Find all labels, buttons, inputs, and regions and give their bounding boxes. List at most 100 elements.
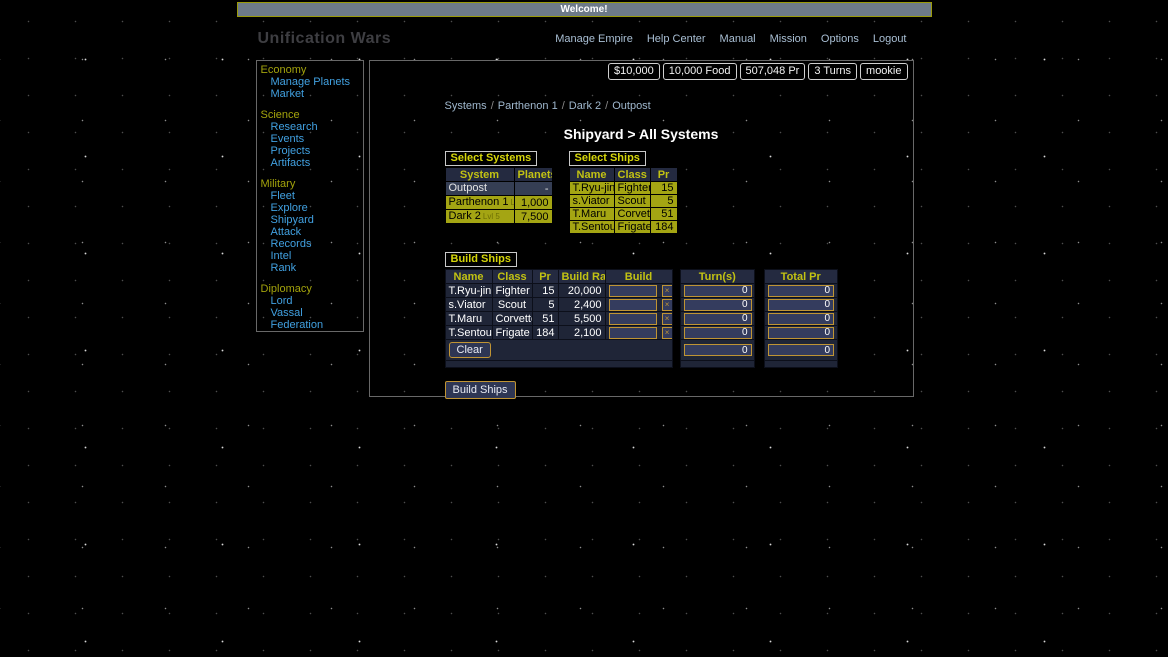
sidebar-item-artifacts[interactable]: Artifacts	[261, 157, 363, 169]
sidebar-item-federation[interactable]: Federation	[261, 319, 363, 331]
logo: Unification Wars	[258, 30, 392, 48]
main-panel: $10,000 10,000 Food 507,048 Pr 3 Turns m…	[369, 60, 914, 397]
column-header-name: Name	[569, 168, 614, 182]
sidebar-item-rank[interactable]: Rank	[261, 262, 363, 274]
stat-food: 10,000 Food	[663, 63, 737, 80]
build-ships-main-table: Name Class Pr Build Rate Build T.Ryu-jin	[445, 269, 673, 368]
turns-output[interactable]	[684, 285, 752, 297]
nav-logout[interactable]: Logout	[873, 33, 907, 45]
build-ships-total-pr-table: Total Pr	[764, 269, 838, 368]
system-level: Lvl 5	[483, 212, 500, 221]
build-ships-tables: Name Class Pr Build Rate Build T.Ryu-jin	[445, 269, 838, 368]
header: Unification Wars Manage Empire Help Cent…	[237, 27, 932, 51]
select-ships-label: Select Ships	[569, 151, 646, 166]
system-row-outpost[interactable]: Outpost -	[445, 182, 552, 196]
turns-output[interactable]	[684, 299, 752, 311]
breadcrumb-dark-2[interactable]: Dark 2	[569, 100, 601, 112]
sidebar-item-lord[interactable]: Lord	[261, 295, 363, 307]
welcome-text: Welcome!	[560, 4, 607, 15]
sidebar-section-diplomacy: Diplomacy Lord Vassal Federation	[261, 283, 363, 331]
build-quantity-input[interactable]	[609, 285, 657, 297]
column-header-total-pr: Total Pr	[765, 270, 838, 284]
sidebar-item-events[interactable]: Events	[261, 133, 363, 145]
clear-button[interactable]: Clear	[449, 342, 491, 358]
total-pr-output[interactable]	[768, 285, 834, 297]
turns-total-output[interactable]	[684, 344, 752, 356]
build-footer-row: Clear	[445, 340, 672, 361]
build-row-t-sentouki: T.Sentouki Frigate 184 2,100 ×	[445, 326, 672, 340]
sidebar-item-research[interactable]: Research	[261, 121, 363, 133]
column-header-class: Class	[492, 270, 532, 284]
breadcrumb-separator: /	[605, 100, 608, 112]
max-build-button[interactable]: ×	[662, 313, 672, 325]
max-build-button[interactable]: ×	[662, 327, 672, 339]
table-bottom-strip	[445, 361, 672, 368]
sidebar-section-science: Science Research Events Projects Artifac…	[261, 109, 363, 169]
select-systems-label: Select Systems	[445, 151, 538, 166]
column-header-pr: Pr	[532, 270, 558, 284]
sidebar-item-shipyard[interactable]: Shipyard	[261, 214, 363, 226]
stat-turns: 3 Turns	[808, 63, 857, 80]
nav-mission[interactable]: Mission	[770, 33, 807, 45]
total-pr-output[interactable]	[768, 313, 834, 325]
nav-manage-empire[interactable]: Manage Empire	[555, 33, 633, 45]
sidebar-header-diplomacy: Diplomacy	[261, 283, 363, 295]
ship-row-t-maru[interactable]: T.Maru Corvette 51	[569, 208, 677, 221]
stat-username: mookie	[860, 63, 907, 80]
nav-help-center[interactable]: Help Center	[647, 33, 706, 45]
table-bottom-strip	[680, 361, 755, 368]
column-header-build-rate: Build Rate	[558, 270, 605, 284]
sidebar-item-manage-planets[interactable]: Manage Planets	[261, 76, 363, 88]
sidebar-item-fleet[interactable]: Fleet	[261, 190, 363, 202]
build-ships-turns-table: Turn(s)	[680, 269, 756, 368]
column-header-turns: Turn(s)	[680, 270, 755, 284]
turns-output[interactable]	[684, 327, 752, 339]
breadcrumb-systems[interactable]: Systems	[445, 100, 487, 112]
column-header-name: Name	[445, 270, 492, 284]
sidebar-header-science: Science	[261, 109, 363, 121]
turns-output[interactable]	[684, 313, 752, 325]
stat-money: $10,000	[608, 63, 660, 80]
sidebar-item-intel[interactable]: Intel	[261, 250, 363, 262]
total-pr-output[interactable]	[768, 327, 834, 339]
sidebar-item-explore[interactable]: Explore	[261, 202, 363, 214]
ship-row-t-sentouki[interactable]: T.Sentouki Frigate 184	[569, 221, 677, 234]
max-build-button[interactable]: ×	[662, 299, 672, 311]
sidebar-section-economy: Economy Manage Planets Market	[261, 64, 363, 100]
sidebar-item-records[interactable]: Records	[261, 238, 363, 250]
ship-row-s-viator[interactable]: s.Viator Scout 5	[569, 195, 677, 208]
system-row-parthenon-1[interactable]: Parthenon 1Lvl 45 1,000	[445, 196, 552, 210]
nav-manual[interactable]: Manual	[720, 33, 756, 45]
build-ships-submit-button[interactable]: Build Ships	[445, 381, 516, 399]
nav-options[interactable]: Options	[821, 33, 859, 45]
sidebar-header-military: Military	[261, 178, 363, 190]
page-container: Unification Wars Manage Empire Help Cent…	[237, 27, 932, 397]
page-title: Shipyard > All Systems	[445, 126, 838, 142]
total-pr-total-output[interactable]	[768, 344, 834, 356]
system-level: Lvl 45	[510, 198, 514, 207]
build-quantity-input[interactable]	[609, 327, 657, 339]
breadcrumb-parthenon-1[interactable]: Parthenon 1	[498, 100, 558, 112]
system-row-dark-2[interactable]: Dark 2Lvl 5 7,500	[445, 210, 552, 224]
stat-production: 507,048 Pr	[740, 63, 806, 80]
build-quantity-input[interactable]	[609, 313, 657, 325]
sidebar-item-market[interactable]: Market	[261, 88, 363, 100]
breadcrumb: Systems/Parthenon 1/Dark 2/Outpost	[445, 100, 838, 112]
max-build-button[interactable]: ×	[662, 285, 672, 297]
select-ships-table: Name Class Pr T.Ryu-jin Fighter 15	[569, 167, 678, 234]
sidebar-item-projects[interactable]: Projects	[261, 145, 363, 157]
sidebar-item-vassal[interactable]: Vassal	[261, 307, 363, 319]
total-pr-output[interactable]	[768, 299, 834, 311]
content: Systems/Parthenon 1/Dark 2/Outpost Shipy…	[445, 100, 838, 399]
build-quantity-input[interactable]	[609, 299, 657, 311]
column-header-build: Build	[605, 270, 672, 284]
select-ships-block: Select Ships Name Class Pr	[569, 148, 678, 234]
breadcrumb-outpost[interactable]: Outpost	[612, 100, 651, 112]
stats-bar: $10,000 10,000 Food 507,048 Pr 3 Turns m…	[370, 63, 908, 80]
breadcrumb-separator: /	[491, 100, 494, 112]
ship-row-t-ryu-jin[interactable]: T.Ryu-jin Fighter 15	[569, 182, 677, 195]
build-row-t-maru: T.Maru Corvette 51 5,500 ×	[445, 312, 672, 326]
sidebar-section-military: Military Fleet Explore Shipyard Attack R…	[261, 178, 363, 274]
column-header-system: System	[445, 168, 514, 182]
sidebar-item-attack[interactable]: Attack	[261, 226, 363, 238]
